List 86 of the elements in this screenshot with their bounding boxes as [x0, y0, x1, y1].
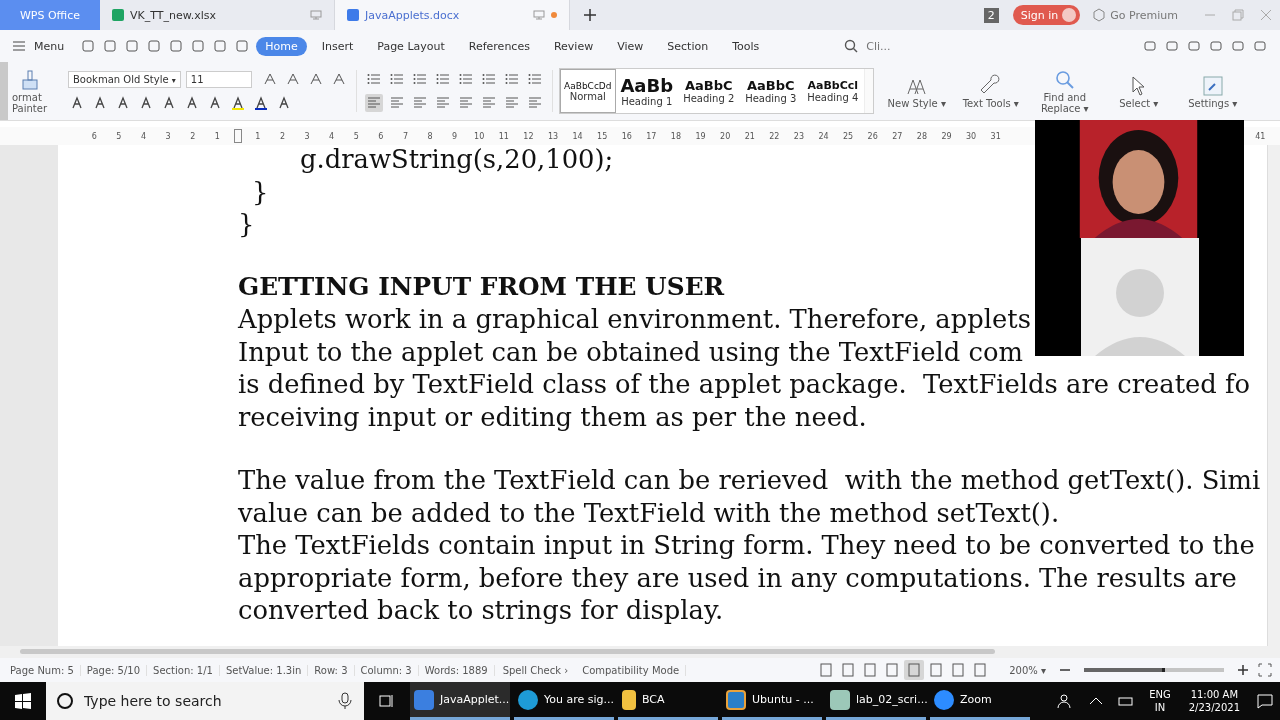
zoom-slider[interactable]	[1084, 668, 1224, 672]
ribbon-tool-button[interactable]: Find and Replace ▾	[1033, 92, 1096, 114]
taskbar-app[interactable]: You are sig...	[514, 682, 614, 720]
section-heading: GETTING INPUT FROM THE USER	[238, 270, 726, 303]
notification-icon[interactable]	[1256, 692, 1274, 710]
taskbar-app[interactable]: JavaApplet...	[410, 682, 510, 720]
ribbon-tab[interactable]: Insert	[312, 36, 363, 56]
ribbon-tab[interactable]: Page Layout	[368, 36, 454, 56]
vertical-scrollbar[interactable]	[1267, 145, 1280, 646]
search-field[interactable]: Cli...	[864, 37, 929, 55]
language-indicator[interactable]: ENG IN	[1149, 688, 1171, 714]
status-text: Words: 1889	[418, 664, 495, 676]
font-size-field[interactable]: 11	[185, 70, 252, 88]
settings-icon[interactable]	[1200, 73, 1225, 98]
highlight-icon[interactable]	[229, 94, 247, 112]
document-tab[interactable]: JavaApplets.docx	[335, 0, 570, 30]
task-view-icon[interactable]	[378, 692, 396, 710]
code-line: }	[238, 208, 256, 241]
taskbar-search-box[interactable]: Type here to search	[46, 682, 364, 720]
status-text: Column: 3	[354, 664, 419, 676]
style-preset[interactable]: AaBbCcl Heading 4	[801, 69, 864, 113]
text-line: Input to the applet can be obtained using the TextField com	[238, 336, 1023, 367]
format-painter-label[interactable]: Painter	[12, 103, 47, 114]
sign-in-button[interactable]: Sign in	[1012, 5, 1081, 25]
status-text: Section: 1/1	[147, 664, 220, 676]
text-line: is defined by TextField class of the applet package. TextFields are created fo	[238, 369, 1251, 399]
close-icon[interactable]	[1260, 9, 1272, 21]
taskbar-search-field[interactable]: Type here to search	[82, 692, 328, 710]
horizontal-scrollbar[interactable]	[20, 649, 995, 654]
text-line: value can be added to the TextField with the method setText().	[238, 497, 1060, 528]
unsaved-dot	[551, 12, 557, 18]
status-text: SetValue: 1.3in	[219, 664, 309, 676]
indent-marker[interactable]	[233, 129, 242, 143]
text-line: receiving input or editing them as per the need.	[238, 401, 867, 432]
style-preset[interactable]: AaBb Heading 1	[615, 69, 678, 113]
ribbon-tab[interactable]: Review	[544, 36, 603, 56]
code-line: g.drawString(s,20,100);	[299, 145, 615, 176]
ribbon-tab[interactable]: References	[459, 36, 539, 56]
cortana-circle-icon[interactable]	[56, 692, 74, 710]
text-line: The value from the TextField can be rerieved with the method getText(). Simi	[238, 465, 1261, 495]
go-premium-button[interactable]: Go Premium	[1106, 8, 1182, 22]
spell-check-button[interactable]: Spell Check ›	[494, 664, 577, 676]
ribbon-tab[interactable]: Tools	[723, 36, 769, 56]
taskbar-app[interactable]: Ubuntu - ...	[722, 682, 822, 720]
ribbon-tab[interactable]: Section	[658, 36, 718, 56]
zoom-dropdown[interactable]: 200% ▾	[1001, 664, 1054, 676]
ribbon-tool-button[interactable]: Settings ▾	[1188, 97, 1238, 109]
ribbon-tool-button[interactable]: Select ▾	[1119, 97, 1159, 109]
compatibility-mode-text: Compatibility Mode	[576, 664, 687, 676]
text-line: Applets work in a graphical environment. Therefore, applets	[238, 304, 1031, 334]
monitor-icon	[533, 10, 545, 20]
status-text: Page Num: 5	[4, 664, 81, 676]
ribbon-tab[interactable]: Home	[256, 36, 307, 56]
styles-scrollbar[interactable]	[863, 69, 873, 113]
text-line: appropriate form, before they are used in any computations. The results are	[238, 562, 1237, 593]
ribbon-tool-button[interactable]: New Style ▾	[887, 97, 946, 109]
text-line: The TextFields contain input in String form. They need to be converted to the	[238, 530, 1255, 560]
microphone-icon[interactable]	[336, 692, 354, 710]
taskbar-app[interactable]: BCA	[618, 682, 718, 720]
window-count[interactable]: 2	[983, 7, 999, 23]
taskbar-app[interactable]: Zoom	[930, 682, 1030, 720]
menu-button[interactable]: Menu	[32, 39, 67, 53]
crown-icon[interactable]	[1092, 8, 1107, 22]
search-icon[interactable]	[844, 39, 859, 53]
code-line: }	[251, 175, 270, 208]
style-preset[interactable]: AaBbCcDd Normal	[559, 69, 616, 113]
font-color-icon[interactable]	[252, 94, 270, 112]
status-text: Row: 3	[308, 664, 355, 676]
text-line: converted back to strings for display.	[238, 595, 724, 625]
monitor-icon	[310, 10, 322, 20]
ribbon-tool-button[interactable]: Text Tools ▾	[962, 97, 1019, 109]
taskbar-app[interactable]: lab_02_scri...	[826, 682, 926, 720]
format-painter-label[interactable]: ormat	[12, 92, 42, 103]
ribbon-tab[interactable]: View	[608, 36, 653, 56]
menu-icon[interactable]	[12, 39, 26, 53]
new-tab-icon[interactable]	[584, 9, 596, 21]
clock[interactable]: 11:00 AM 2/23/2021	[1188, 688, 1240, 714]
print-layout-icon[interactable]	[904, 660, 925, 680]
style-preset[interactable]: AaBbC Heading 2	[677, 69, 740, 113]
font-name-field[interactable]: Bookman Old Style ▾	[68, 70, 181, 88]
avatar-silhouette-icon	[1080, 238, 1199, 356]
style-preset[interactable]: AaBbC Heading 3	[739, 69, 802, 113]
windows-start-icon[interactable]	[15, 693, 31, 709]
status-text: Page: 5/10	[80, 664, 148, 676]
fit-icon[interactable]	[1255, 660, 1275, 680]
align-left-icon[interactable]	[364, 94, 383, 112]
